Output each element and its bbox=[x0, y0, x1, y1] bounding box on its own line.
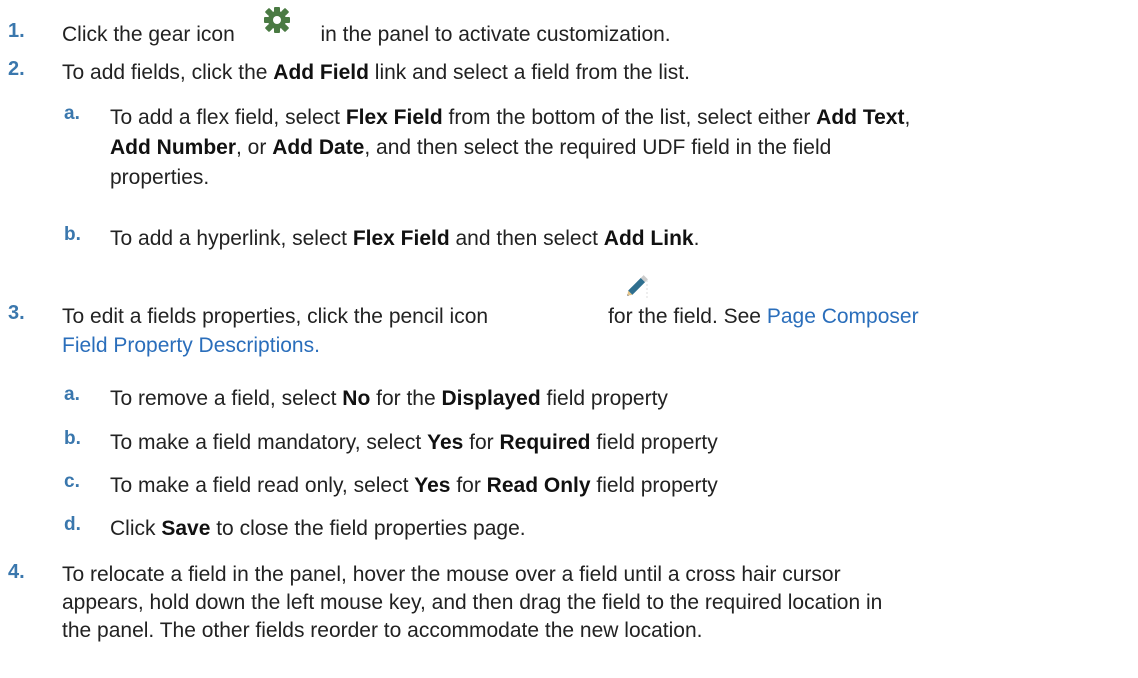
bold-term: Add Number bbox=[110, 136, 236, 159]
step-text-part: link and select a field from the list. bbox=[368, 61, 690, 84]
bold-term: Required bbox=[499, 431, 591, 454]
substep-letter: a. bbox=[64, 103, 80, 124]
bold-term: Flex Field bbox=[352, 227, 450, 250]
step-text-part: properties. bbox=[110, 166, 210, 189]
step-text-part: field property bbox=[590, 431, 718, 454]
step-text-part: Click the gear icon bbox=[62, 23, 235, 46]
step-number: 3. bbox=[8, 302, 25, 324]
step-text-part: and then select bbox=[449, 227, 604, 250]
substep-letter: b. bbox=[64, 224, 81, 245]
substep-text: To add a hyperlink, select Flex Field an… bbox=[110, 224, 1130, 253]
step-text-part: To make a field read only, select bbox=[110, 474, 415, 497]
bold-term: Add Text bbox=[816, 106, 905, 129]
step-text-part: for bbox=[450, 474, 487, 497]
step-text-part: To add a flex field, select bbox=[110, 106, 346, 129]
step-text-part: for bbox=[463, 431, 500, 454]
pencil-icon[interactable] bbox=[623, 270, 653, 306]
substep-text: Click Save to close the field properties… bbox=[110, 514, 1130, 543]
bold-term: Add Date bbox=[272, 136, 365, 159]
step-text-part: To remove a field, select bbox=[110, 387, 343, 410]
step-text-part: field property bbox=[590, 474, 718, 497]
gear-icon[interactable] bbox=[263, 6, 293, 34]
bold-term: Yes bbox=[414, 474, 451, 497]
step-number: 2. bbox=[8, 58, 25, 80]
step-text-part: field property bbox=[540, 387, 668, 410]
bold-term: Add Field bbox=[273, 61, 369, 84]
substep-letter: d. bbox=[64, 514, 81, 535]
bold-term: Displayed bbox=[441, 387, 541, 410]
step-text: To relocate a field in the panel, hover … bbox=[62, 561, 1132, 645]
step-text-line: To relocate a field in the panel, hover … bbox=[62, 563, 841, 586]
bold-term: Read Only bbox=[486, 474, 591, 497]
substep-text: To make a field mandatory, select Yes fo… bbox=[110, 428, 1130, 457]
step-text-line: the panel. The other fields reorder to a… bbox=[62, 619, 703, 642]
step-text-part: for the field. See bbox=[608, 305, 767, 328]
page-composer-link-continued[interactable]: Field Property Descriptions. bbox=[62, 334, 320, 357]
step-text-part: To add fields, click the bbox=[62, 61, 274, 84]
substep-letter: c. bbox=[64, 471, 80, 492]
substep-text: To add a flex field, select Flex Field f… bbox=[110, 103, 1130, 193]
step-text: Click the gear icon in the panel to acti… bbox=[62, 7, 1132, 49]
step-text-part: To add a hyperlink, select bbox=[110, 227, 353, 250]
bold-term: Flex Field bbox=[345, 106, 443, 129]
step-text-part: To make a field mandatory, select bbox=[110, 431, 428, 454]
bold-term: Yes bbox=[427, 431, 464, 454]
substep-letter: a. bbox=[64, 384, 80, 405]
page-composer-link[interactable]: Page Composer bbox=[767, 305, 919, 328]
step-text-part: for the bbox=[370, 387, 442, 410]
step-text-part: , or bbox=[236, 136, 273, 159]
substep-text: To remove a field, select No for the Dis… bbox=[110, 384, 1130, 413]
bold-term: Add Link bbox=[603, 227, 694, 250]
step-text-line: appears, hold down the left mouse key, a… bbox=[62, 591, 883, 614]
step-text-part: , and then select the required UDF field… bbox=[364, 136, 832, 159]
bold-term: Save bbox=[161, 517, 211, 540]
bold-term: No bbox=[342, 387, 371, 410]
step-text: To add fields, click the Add Field link … bbox=[62, 58, 1132, 87]
step-number: 4. bbox=[8, 561, 25, 583]
step-text-part: to close the field properties page. bbox=[210, 517, 526, 540]
step-text-part: To edit a fields properties, click the p… bbox=[62, 305, 489, 328]
substep-text: To make a field read only, select Yes fo… bbox=[110, 471, 1130, 500]
step-text-part: from the bottom of the list, select eith… bbox=[442, 106, 817, 129]
step-text-part: , bbox=[904, 106, 911, 129]
substep-letter: b. bbox=[64, 428, 81, 449]
step-text-part: . bbox=[693, 227, 700, 250]
step-text-part: in the panel to activate customization. bbox=[320, 23, 671, 46]
step-text-part: Click bbox=[110, 517, 162, 540]
step-number: 1. bbox=[8, 20, 25, 42]
step-text: To edit a fields properties, click the p… bbox=[62, 302, 1132, 360]
